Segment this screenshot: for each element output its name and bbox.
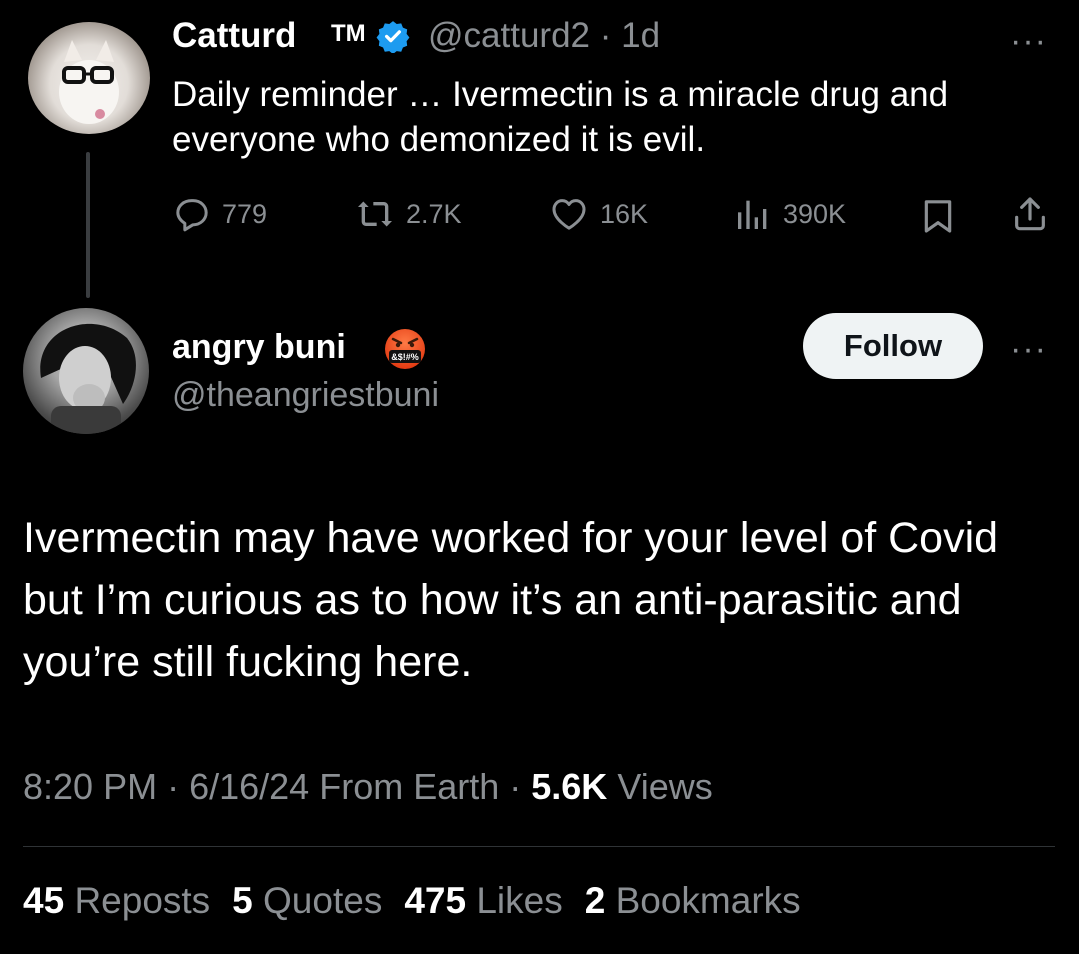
likes-stat[interactable]: 475 Likes: [404, 880, 562, 921]
cat-avatar-image: [59, 40, 119, 124]
reposts-label: Reposts: [74, 880, 211, 921]
tweet1-handle[interactable]: @catturd2: [428, 16, 590, 55]
divider: [23, 846, 1055, 847]
tweet1-more-button[interactable]: ···: [1010, 22, 1047, 61]
tweet2-author-name[interactable]: angry buni: [172, 328, 346, 367]
angry-emoji-icon: &$!#%: [385, 329, 425, 369]
tweet2-text: Ivermectin may have worked for your leve…: [23, 514, 999, 686]
like-icon: [552, 199, 586, 230]
separator-dot: ·: [157, 766, 190, 807]
bookmarks-count: 2: [584, 880, 606, 921]
quotes-label: Quotes: [263, 880, 383, 921]
tweet2-more-button[interactable]: ···: [1010, 330, 1047, 369]
tweet2-handle[interactable]: @theangriestbuni: [172, 376, 439, 415]
share-icon: [1015, 197, 1045, 231]
quotes-count: 5: [232, 880, 253, 921]
share-button[interactable]: [1010, 192, 1060, 236]
tweet-date[interactable]: 6/16/24: [189, 766, 309, 807]
likes-count: 475: [404, 880, 467, 921]
like-button[interactable]: 16K: [548, 192, 648, 236]
tweet1-text: Daily reminder … Ivermectin is a miracle…: [172, 75, 949, 159]
reposts-stat[interactable]: 45 Reposts: [23, 880, 210, 921]
tweet1-handle-time[interactable]: @catturd2 · 1d: [428, 16, 660, 56]
likes-label: Likes: [476, 880, 563, 921]
repost-icon: [358, 201, 392, 227]
tweet-views-label: Views: [617, 766, 713, 807]
trademark-label: TM: [331, 20, 366, 47]
views-button[interactable]: 390K: [733, 192, 846, 236]
tweet-source: From Earth: [319, 766, 500, 807]
separator-dot: ·: [499, 766, 532, 807]
reply-icon: [176, 199, 208, 232]
reposts-count: 45: [23, 880, 65, 921]
tweet-time[interactable]: 8:20 PM: [23, 766, 157, 807]
quotes-stat[interactable]: 5 Quotes: [232, 880, 382, 921]
repost-count: 2.7K: [406, 198, 462, 229]
verified-icon: [376, 21, 410, 53]
follow-button[interactable]: Follow: [803, 313, 983, 379]
catturd-avatar[interactable]: [28, 22, 150, 134]
tweet1-author-name[interactable]: Catturd: [172, 16, 296, 56]
emoji-symbols: &$!#%: [391, 352, 419, 362]
thread-connector-line: [86, 152, 90, 298]
reply-count: 779: [222, 198, 268, 229]
bookmarks-label: Bookmarks: [615, 880, 801, 921]
bookmark-button[interactable]: [918, 194, 968, 238]
tweet1-time[interactable]: 1d: [621, 16, 660, 55]
like-count: 16K: [600, 198, 649, 229]
engagement-stats: 45 Reposts 5 Quotes 475 Likes 2 Bookmarks: [23, 880, 801, 922]
repost-button[interactable]: 2.7K: [354, 192, 462, 236]
tweet-views-count: 5.6K: [531, 766, 608, 807]
separator-dot: ·: [590, 16, 622, 55]
woman-avatar-image: [40, 323, 136, 434]
views-count: 390K: [783, 198, 847, 229]
tweet-metadata: 8:20 PM · 6/16/24 From Earth · 5.6K View…: [23, 766, 713, 808]
views-icon: [738, 200, 767, 229]
reply-button[interactable]: 779: [172, 192, 267, 236]
angry-buni-avatar[interactable]: [23, 308, 149, 434]
bookmark-icon: [924, 200, 952, 233]
bookmarks-stat[interactable]: 2 Bookmarks: [585, 880, 801, 921]
